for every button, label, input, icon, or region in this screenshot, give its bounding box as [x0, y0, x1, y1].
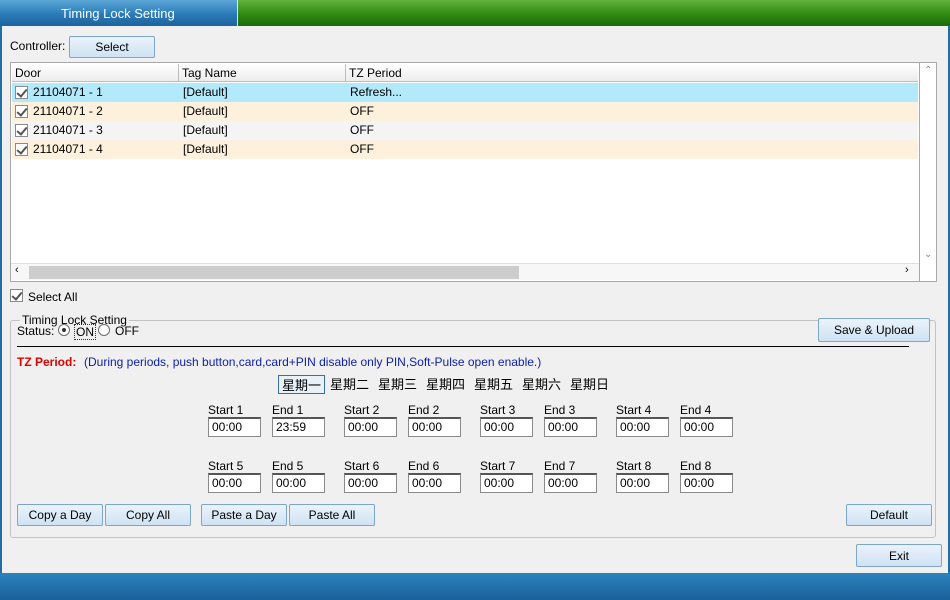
time-input[interactable]: 00:00	[208, 417, 261, 437]
column-door[interactable]: Door	[12, 64, 179, 82]
select-all-label: Select All	[28, 290, 78, 304]
controller-label: Controller:	[10, 39, 66, 53]
status-on-radio[interactable]	[58, 324, 70, 336]
grid-header: Door Tag Name TZ Period	[12, 64, 918, 82]
time-input[interactable]: 00:00	[616, 417, 669, 437]
tz-cell: Refresh...	[350, 85, 403, 99]
exit-button[interactable]: Exit	[856, 544, 942, 567]
scroll-right-icon[interactable]: ›	[905, 264, 909, 276]
scroll-down-icon[interactable]: ⌄	[924, 249, 932, 260]
time-label: End 7	[544, 459, 576, 473]
time-input[interactable]: 00:00	[208, 473, 261, 493]
day-tab-fri[interactable]: 星期五	[474, 375, 513, 394]
door-cell: 21104071 - 4	[33, 142, 103, 156]
tz-cell: OFF	[350, 104, 374, 118]
window-title: Timing Lock Setting	[0, 0, 238, 26]
row-checkbox[interactable]	[15, 124, 28, 137]
tag-cell: [Default]	[183, 142, 228, 156]
row-checkbox[interactable]	[15, 143, 28, 156]
door-cell: 21104071 - 1	[33, 85, 103, 99]
grid-row[interactable]: 21104071 - 4 [Default] OFF	[12, 140, 918, 159]
time-input[interactable]: 00:00	[480, 417, 533, 437]
time-label: End 3	[544, 403, 576, 417]
horizontal-scrollbar[interactable]: ‹ ›	[11, 263, 919, 280]
paste-all-button[interactable]: Paste All	[289, 504, 375, 526]
time-label: Start 5	[208, 459, 244, 473]
time-input[interactable]: 00:00	[408, 417, 461, 437]
scroll-up-icon[interactable]: ⌃	[924, 65, 932, 76]
day-tab-sat[interactable]: 星期六	[522, 375, 561, 394]
time-label: End 5	[272, 459, 304, 473]
default-button[interactable]: Default	[846, 504, 932, 526]
time-label: Start 3	[480, 403, 516, 417]
time-input[interactable]: 00:00	[544, 417, 597, 437]
tz-cell: OFF	[350, 123, 374, 137]
grid-row[interactable]: 21104071 - 1 [Default] Refresh...	[12, 83, 918, 102]
bottom-bar	[0, 573, 950, 600]
time-input[interactable]: 00:00	[344, 417, 397, 437]
row-checkbox[interactable]	[15, 105, 28, 118]
door-cell: 21104071 - 2	[33, 104, 103, 118]
tz-cell: OFF	[350, 142, 374, 156]
divider	[17, 346, 909, 347]
column-tag-name[interactable]: Tag Name	[179, 64, 346, 82]
scroll-left-icon[interactable]: ‹	[15, 264, 19, 276]
time-label: End 4	[680, 403, 712, 417]
column-tz-period[interactable]: TZ Period	[346, 64, 918, 82]
status-on-label[interactable]: ON	[74, 324, 96, 340]
time-label: End 6	[408, 459, 440, 473]
tz-period-label: TZ Period:	[17, 355, 77, 369]
copy-all-button[interactable]: Copy All	[105, 504, 191, 526]
vertical-scrollbar[interactable]: ⌃ ⌄	[920, 62, 937, 282]
time-input[interactable]: 00:00	[680, 417, 733, 437]
time-input[interactable]: 00:00	[344, 473, 397, 493]
save-upload-button[interactable]: Save & Upload	[818, 318, 930, 342]
time-label: End 1	[272, 403, 304, 417]
tag-cell: [Default]	[183, 85, 228, 99]
status-off-radio[interactable]	[98, 324, 110, 336]
title-bar: Timing Lock Setting	[0, 0, 950, 26]
time-label: End 8	[680, 459, 712, 473]
tz-period-note: (During periods, push button,card,card+P…	[84, 355, 542, 369]
status-off-label[interactable]: OFF	[115, 324, 139, 338]
time-input[interactable]: 00:00	[480, 473, 533, 493]
day-tab-wed[interactable]: 星期三	[378, 375, 417, 394]
time-label: Start 1	[208, 403, 244, 417]
time-label: Start 8	[616, 459, 652, 473]
grid-row[interactable]: 21104071 - 3 [Default] OFF	[12, 121, 918, 140]
door-grid[interactable]: Door Tag Name TZ Period 21104071 - 1 [De…	[10, 62, 920, 282]
copy-a-day-button[interactable]: Copy a Day	[17, 504, 103, 526]
time-input[interactable]: 00:00	[616, 473, 669, 493]
time-label: Start 7	[480, 459, 516, 473]
select-all-checkbox[interactable]	[10, 289, 23, 302]
time-input[interactable]: 23:59	[272, 417, 325, 437]
main-panel: Controller: Select Door Tag Name TZ Peri…	[2, 26, 948, 573]
horizontal-scroll-thumb[interactable]	[29, 266, 519, 279]
time-input[interactable]: 00:00	[408, 473, 461, 493]
time-label: End 2	[408, 403, 440, 417]
status-label: Status:	[17, 324, 55, 338]
day-tab-thu[interactable]: 星期四	[426, 375, 465, 394]
tag-cell: [Default]	[183, 123, 228, 137]
select-controller-button[interactable]: Select	[69, 36, 155, 58]
time-input[interactable]: 00:00	[680, 473, 733, 493]
tag-cell: [Default]	[183, 104, 228, 118]
time-input[interactable]: 00:00	[272, 473, 325, 493]
row-checkbox[interactable]	[15, 86, 28, 99]
time-label: Start 2	[344, 403, 380, 417]
paste-a-day-button[interactable]: Paste a Day	[201, 504, 287, 526]
grid-row[interactable]: 21104071 - 2 [Default] OFF	[12, 102, 918, 121]
time-label: Start 4	[616, 403, 652, 417]
day-tab-sun[interactable]: 星期日	[570, 375, 609, 394]
day-tab-mon[interactable]: 星期一	[278, 375, 326, 394]
day-tab-tue[interactable]: 星期二	[330, 375, 369, 394]
time-input[interactable]: 00:00	[544, 473, 597, 493]
door-cell: 21104071 - 3	[33, 123, 103, 137]
time-label: Start 6	[344, 459, 380, 473]
